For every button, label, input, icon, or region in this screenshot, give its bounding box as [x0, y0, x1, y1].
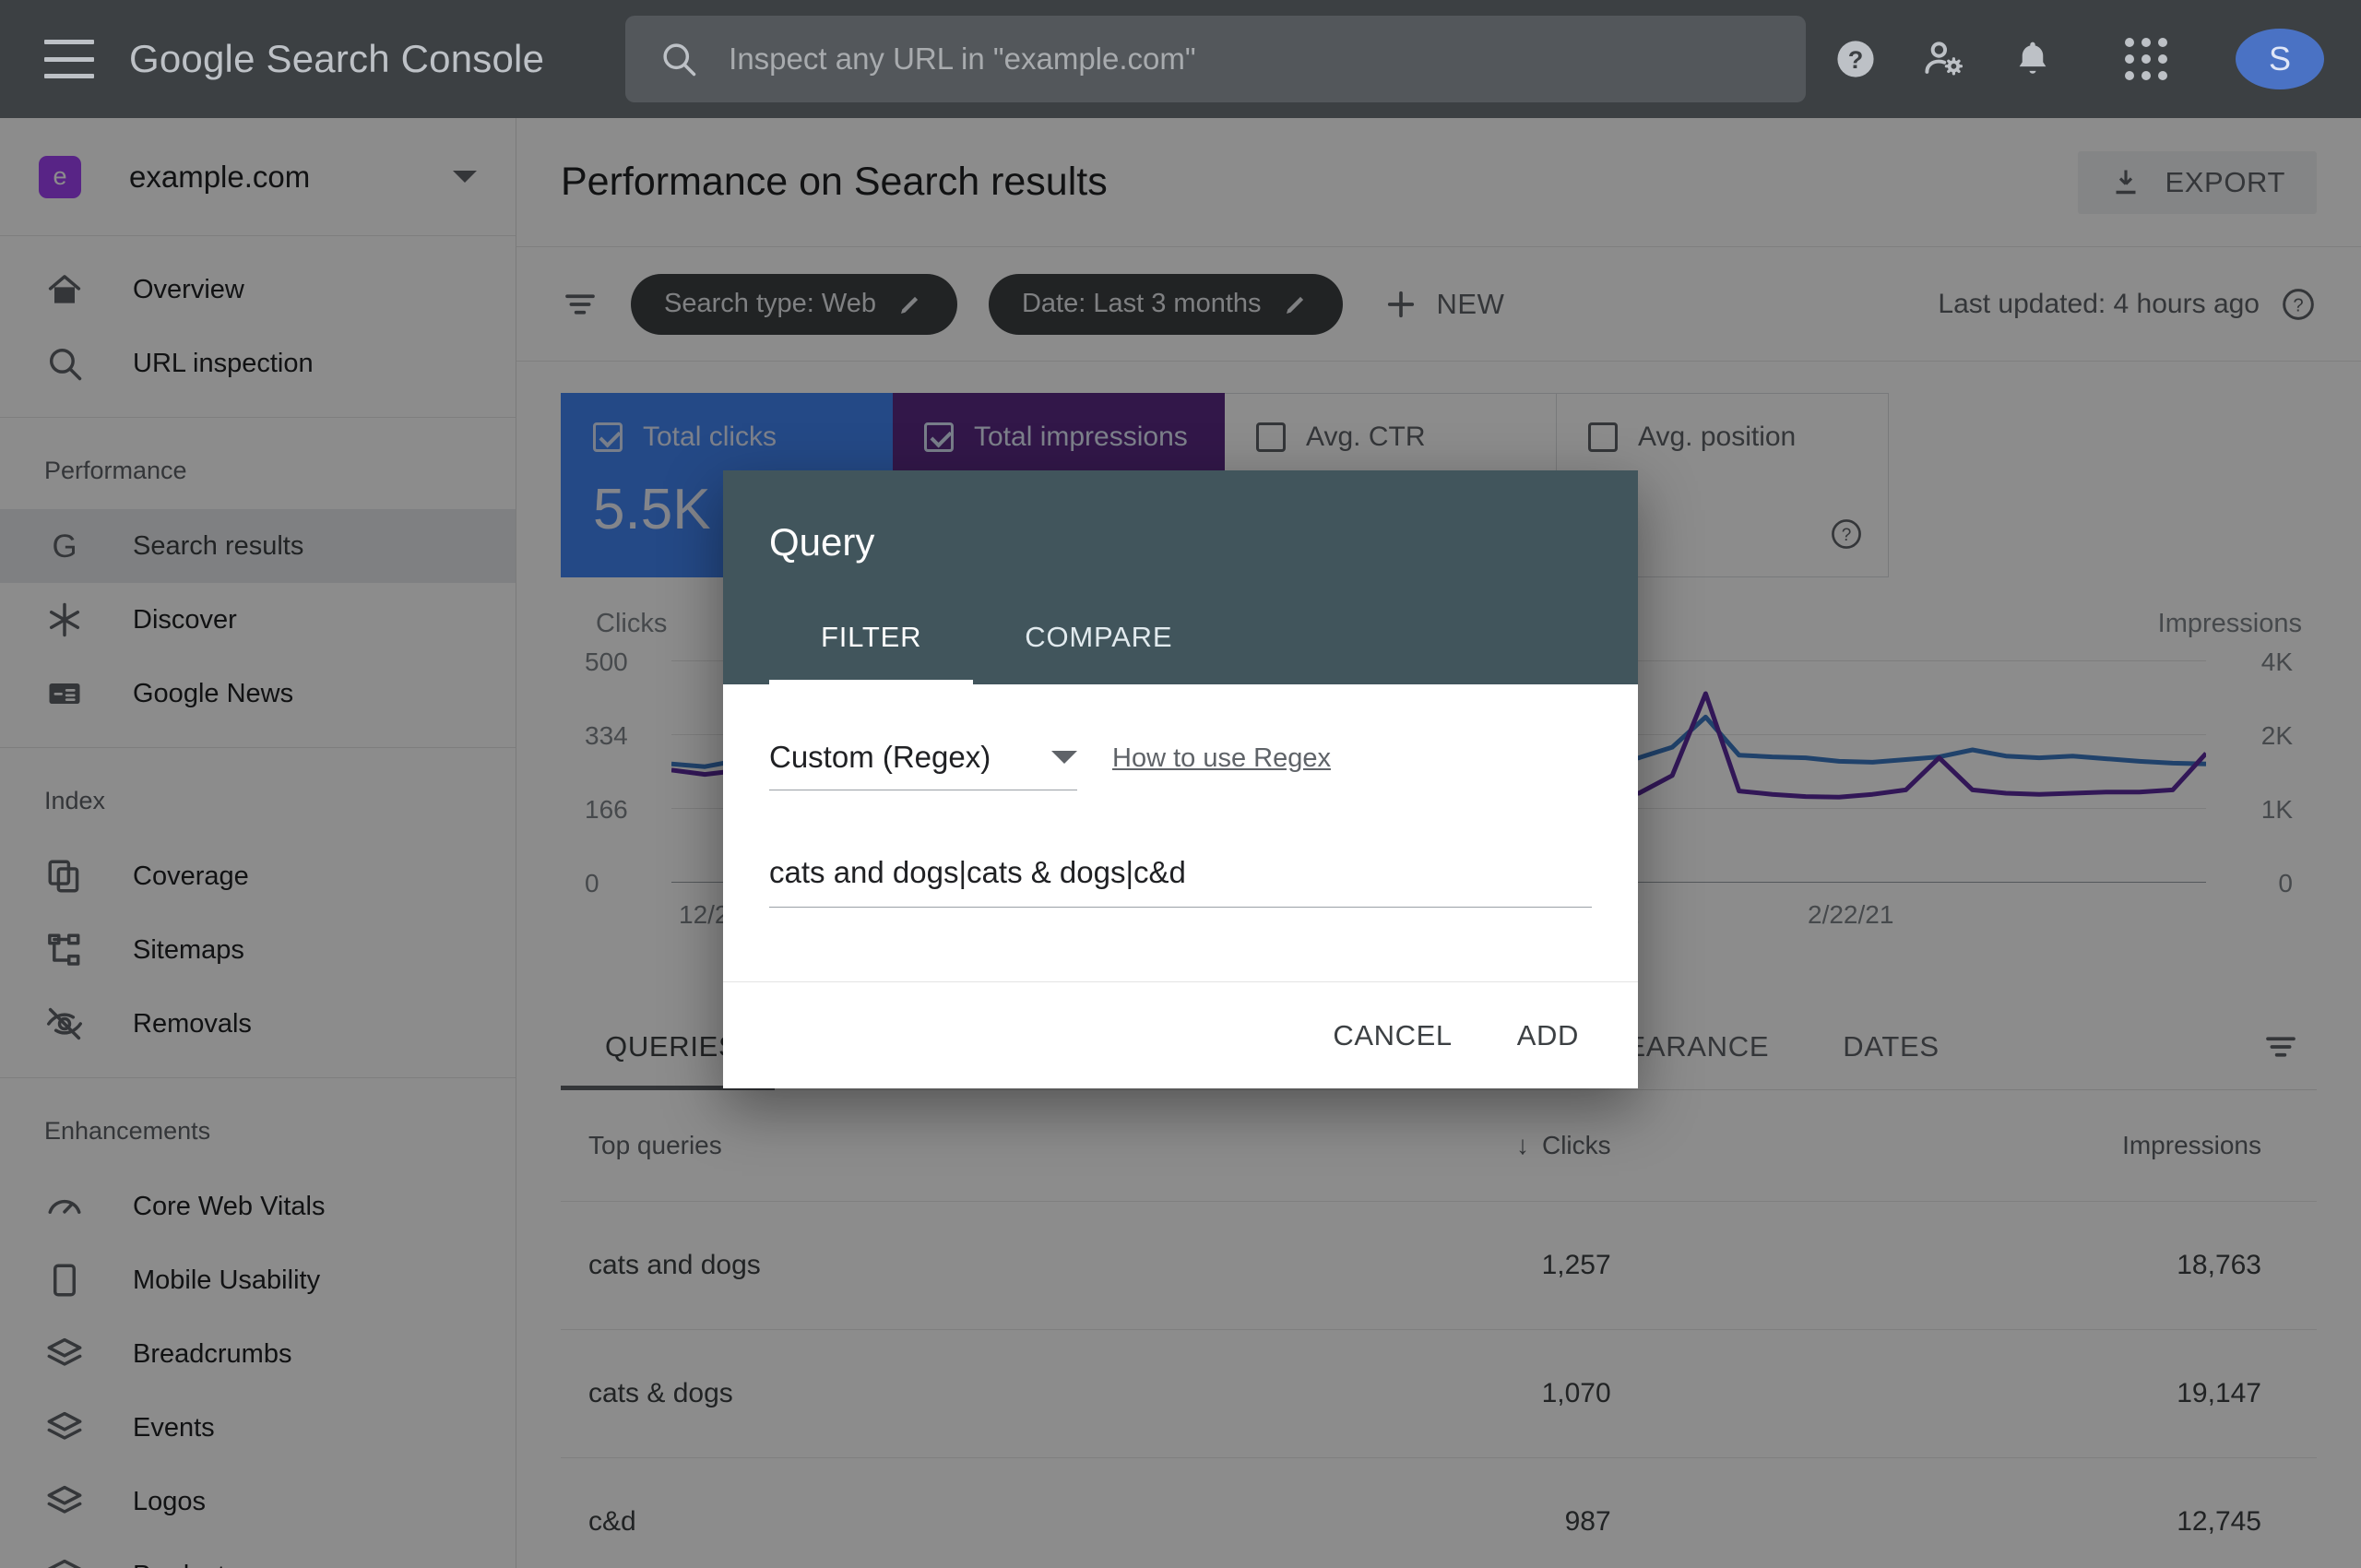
chevron-down-icon [1051, 751, 1077, 764]
cancel-button[interactable]: CANCEL [1305, 1001, 1479, 1071]
app-root: e example.com Overview URL inspection Perf… [0, 0, 2361, 1568]
regex-help-link[interactable]: How to use Regex [1112, 743, 1331, 790]
bell-icon [2019, 42, 2047, 74]
top-bar-icons: ? S [1811, 29, 2361, 89]
dialog-tabs: FILTER COMPARE [769, 621, 1224, 684]
dialog-footer: CANCEL ADD [723, 981, 1638, 1088]
dialog-header: Query FILTER COMPARE [723, 470, 1638, 684]
tab-compare[interactable]: COMPARE [973, 621, 1224, 684]
filter-value-input[interactable] [769, 855, 1592, 908]
search-input[interactable] [729, 42, 1774, 77]
avatar[interactable]: S [2236, 29, 2324, 89]
dialog-body: Custom (Regex) How to use Regex [723, 684, 1638, 981]
help-circle-icon: ? [1837, 41, 1874, 77]
tab-filter[interactable]: FILTER [769, 621, 974, 684]
query-filter-dialog: Query FILTER COMPARE Custom (Regex) How … [723, 470, 1638, 1088]
svg-text:?: ? [1848, 45, 1864, 74]
match-type-row: Custom (Regex) How to use Regex [769, 740, 1592, 790]
user-gear-icon [1925, 42, 1964, 76]
top-app-bar: Google Search Console ? [0, 0, 2361, 118]
apps-grid-icon [2125, 38, 2167, 80]
help-button[interactable]: ? [1811, 36, 1900, 82]
add-button[interactable]: ADD [1489, 1001, 1607, 1071]
hamburger-menu-icon[interactable] [44, 40, 94, 78]
google-apps-button[interactable] [2077, 38, 2215, 80]
account-settings-button[interactable] [1900, 35, 1988, 83]
url-inspection-search[interactable] [625, 16, 1807, 102]
search-icon [663, 43, 696, 77]
notifications-button[interactable] [1988, 36, 2077, 82]
dialog-title: Query [769, 520, 875, 564]
app-brand-title: Google Search Console [129, 37, 545, 80]
match-type-select[interactable]: Custom (Regex) [769, 740, 1077, 790]
match-type-value: Custom (Regex) [769, 740, 991, 774]
